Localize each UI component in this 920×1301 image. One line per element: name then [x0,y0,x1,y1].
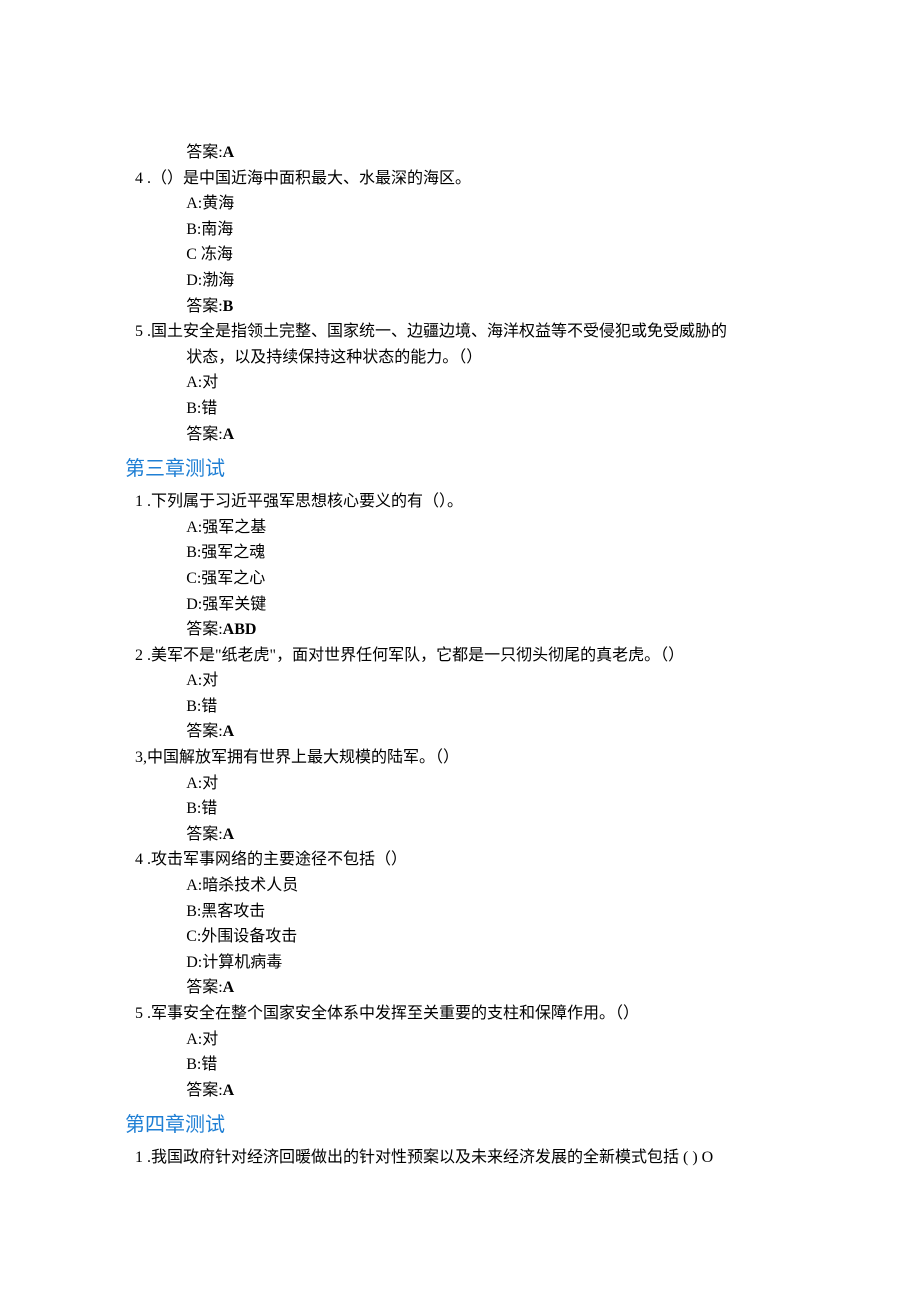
option: A:暗杀技术人员 [186,873,810,899]
answer-value: A [223,723,235,740]
answer-value: A [223,426,235,443]
question: 5 .国土安全是指领土完整、国家统一、边疆边境、海洋权益等不受侵犯或免受威胁的 … [135,319,810,447]
question-text: .美军不是"纸老虎"，面对世界任何军队，它都是一只彻头彻尾的真老虎。（） [147,647,684,664]
question-number: 1 [135,493,143,510]
option: D:渤海 [186,268,810,294]
question-number: 5 [135,323,143,340]
options: A:暗杀技术人员 B:黑客攻击 C:外围设备攻击 D:计算机病毒 [135,873,810,975]
answer-label: 答案: [186,826,222,843]
question-stem-cont: 状态，以及持续保持这种状态的能力。（） [135,345,810,371]
answer-value: B [223,298,234,315]
question-number: 1 [135,1149,143,1166]
option: B:黑客攻击 [186,899,810,925]
question-number: 3, [135,749,147,766]
question-text: .我国政府针对经济回暖做出的针对性预案以及未来经济发展的全新模式包括 ( ) O [147,1149,713,1166]
question-text: .国土安全是指领土完整、国家统一、边疆边境、海洋权益等不受侵犯或免受威胁的 [147,323,727,340]
options: A:对 B:错 [135,1027,810,1078]
answer-label: 答案: [186,144,222,161]
option: B:错 [186,796,810,822]
question: 5 .军事安全在整个国家安全体系中发挥至关重要的支柱和保障作用。（） A:对 B… [135,1001,810,1103]
document-page: 答案:A 4 .（）是中国近海中面积最大、水最深的海区。 A:黄海 B:南海 C… [0,0,920,1271]
option: B:错 [186,694,810,720]
question: 1 .我国政府针对经济回暖做出的针对性预案以及未来经济发展的全新模式包括 ( )… [135,1145,810,1171]
option: A:强军之基 [186,515,810,541]
question-text: .下列属于习近平强军思想核心要义的有（）。 [147,493,463,510]
answer-label: 答案: [186,621,222,638]
question: 4 .（）是中国近海中面积最大、水最深的海区。 A:黄海 B:南海 C 冻海 D… [135,166,810,320]
answer-line: 答案:A [135,422,810,448]
question: 4 .攻击军事网络的主要途径不包括（） A:暗杀技术人员 B:黑客攻击 C:外围… [135,847,810,1001]
option: A:对 [186,668,810,694]
options: A:黄海 B:南海 C 冻海 D:渤海 [135,191,810,293]
options: A:对 B:错 [135,771,810,822]
option: B:强军之魂 [186,540,810,566]
answer-line: 答案:A [135,719,810,745]
answer-line: 答案:ABD [135,617,810,643]
section-title: 第四章测试 [125,1109,810,1141]
question-stem: 5 .军事安全在整个国家安全体系中发挥至关重要的支柱和保障作用。（） [161,1001,810,1027]
option: B:错 [186,396,810,422]
option: A:对 [186,771,810,797]
question-number: 5 [135,1005,143,1022]
option: A:对 [186,370,810,396]
question: 2 .美军不是"纸老虎"，面对世界任何军队，它都是一只彻头彻尾的真老虎。（） A… [135,643,810,745]
options: A:强军之基 B:强军之魂 C:强军之心 D:强军关键 [135,515,810,617]
answer-label: 答案: [186,1082,222,1099]
question-stem: 2 .美军不是"纸老虎"，面对世界任何军队，它都是一只彻头彻尾的真老虎。（） [161,643,810,669]
question-stem: 4 .（）是中国近海中面积最大、水最深的海区。 [161,166,810,192]
answer-value: A [223,826,235,843]
answer-value: A [223,144,235,161]
question-number: 4 [135,170,143,187]
answer-line: 答案:A [135,975,810,1001]
answer-line: 答案:B [135,294,810,320]
question-text: .（）是中国近海中面积最大、水最深的海区。 [147,170,471,187]
option: A:对 [186,1027,810,1053]
question-text: .攻击军事网络的主要途径不包括（） [147,851,407,868]
answer-value: A [223,979,235,996]
answer-line: 答案:A [135,822,810,848]
answer-label: 答案: [186,723,222,740]
question-number: 4 [135,851,143,868]
option: C:外围设备攻击 [186,924,810,950]
question-stem: 5 .国土安全是指领土完整、国家统一、边疆边境、海洋权益等不受侵犯或免受威胁的 [161,319,810,345]
section-title: 第三章测试 [125,453,810,485]
question: 1 .下列属于习近平强军思想核心要义的有（）。 A:强军之基 B:强军之魂 C:… [135,489,810,643]
options: A:对 B:错 [135,668,810,719]
answer-line: 答案:A [135,1078,810,1104]
question-stem: 4 .攻击军事网络的主要途径不包括（） [161,847,810,873]
option: D:计算机病毒 [186,950,810,976]
answer-label: 答案: [186,426,222,443]
option: D:强军关键 [186,592,810,618]
options: A:对 B:错 [135,370,810,421]
answer-label: 答案: [186,298,222,315]
option: B:错 [186,1052,810,1078]
question-number: 2 [135,647,143,664]
option: C:强军之心 [186,566,810,592]
option: C 冻海 [186,242,810,268]
question-stem: 3,中国解放军拥有世界上最大规模的陆军。（） [161,745,810,771]
question: 3,中国解放军拥有世界上最大规模的陆军。（） A:对 B:错 答案:A [135,745,810,847]
answer-value: ABD [223,621,257,638]
answer-value: A [223,1082,235,1099]
question-stem: 1 .我国政府针对经济回暖做出的针对性预案以及未来经济发展的全新模式包括 ( )… [161,1145,810,1171]
question-stem: 1 .下列属于习近平强军思想核心要义的有（）。 [161,489,810,515]
answer-line: 答案:A [135,140,810,166]
option: A:黄海 [186,191,810,217]
answer-label: 答案: [186,979,222,996]
option: B:南海 [186,217,810,243]
question-text: 中国解放军拥有世界上最大规模的陆军。（） [147,749,459,766]
question-text: .军事安全在整个国家安全体系中发挥至关重要的支柱和保障作用。（） [147,1005,639,1022]
